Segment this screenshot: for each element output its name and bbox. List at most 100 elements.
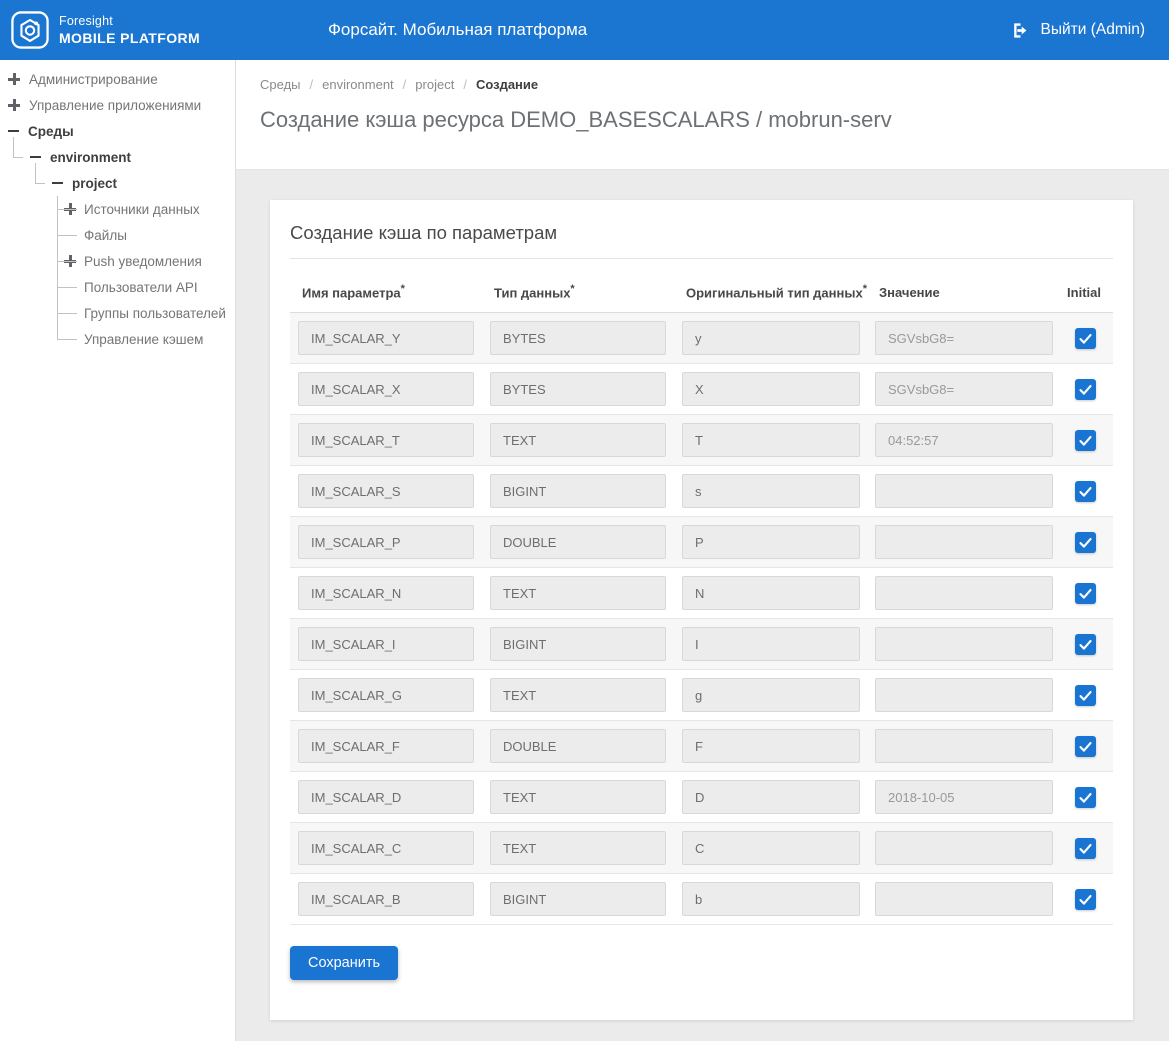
- value-text: SGVsbG8=: [888, 382, 954, 397]
- nav-tree: АдминистрированиеУправление приложениями…: [0, 66, 235, 352]
- expand-plus-icon[interactable]: [8, 73, 20, 85]
- param-name-value: IM_SCALAR_D: [311, 790, 401, 805]
- logo-line2: MOBILE PLATFORM: [59, 30, 200, 46]
- data-type-input: TEXT: [490, 678, 666, 712]
- original-type-value: I: [695, 637, 699, 652]
- initial-checkbox[interactable]: [1075, 787, 1096, 808]
- initial-checkbox[interactable]: [1075, 481, 1096, 502]
- sidebar-item[interactable]: Push уведомления: [0, 248, 235, 274]
- sidebar-item[interactable]: Источники данных: [0, 196, 235, 222]
- sidebar-item[interactable]: Администрирование: [0, 66, 235, 92]
- initial-checkbox[interactable]: [1075, 583, 1096, 604]
- data-type-input: DOUBLE: [490, 729, 666, 763]
- sidebar-item-label: Пользователи API: [84, 280, 198, 295]
- param-name-value: IM_SCALAR_F: [311, 739, 400, 754]
- collapse-minus-icon[interactable]: [52, 182, 63, 185]
- param-name-value: IM_SCALAR_B: [311, 892, 401, 907]
- initial-checkbox[interactable]: [1075, 838, 1096, 859]
- column-header-label: Тип данных: [494, 285, 570, 300]
- sidebar-item-label: Файлы: [84, 228, 127, 243]
- breadcrumb-item[interactable]: environment: [322, 77, 394, 92]
- original-type-value: s: [695, 484, 702, 499]
- param-name-value: IM_SCALAR_G: [311, 688, 402, 703]
- sidebar-item[interactable]: Управление приложениями: [0, 92, 235, 118]
- expand-plus-icon[interactable]: [64, 255, 76, 267]
- save-button[interactable]: Сохранить: [290, 946, 398, 980]
- data-type-value: BYTES: [503, 382, 546, 397]
- initial-checkbox[interactable]: [1075, 328, 1096, 349]
- checkmark-icon: [1078, 688, 1093, 703]
- original-type-value: g: [695, 688, 702, 703]
- param-name-value: IM_SCALAR_P: [311, 535, 401, 550]
- collapse-minus-icon[interactable]: [30, 156, 41, 159]
- logout-button[interactable]: Выйти (Admin): [1011, 0, 1145, 60]
- value-text: SGVsbG8=: [888, 331, 954, 346]
- breadcrumb-item[interactable]: project: [415, 77, 454, 92]
- param-name-value: IM_SCALAR_S: [311, 484, 401, 499]
- value-input: [875, 882, 1053, 916]
- app-title: Форсайт. Мобильная платформа: [328, 0, 587, 60]
- param-name-value: IM_SCALAR_T: [311, 433, 400, 448]
- data-type-input: BIGINT: [490, 882, 666, 916]
- checkmark-icon: [1078, 484, 1093, 499]
- data-type-value: BIGINT: [503, 892, 546, 907]
- data-type-value: BIGINT: [503, 637, 546, 652]
- initial-checkbox[interactable]: [1075, 685, 1096, 706]
- card-title: Создание кэша по параметрам: [290, 214, 1113, 259]
- param-name-input: IM_SCALAR_B: [298, 882, 474, 916]
- logout-icon: [1011, 21, 1030, 40]
- expand-plus-icon[interactable]: [8, 99, 20, 111]
- checkmark-icon: [1078, 637, 1093, 652]
- table-row: IM_SCALAR_B BIGINT b: [290, 874, 1113, 925]
- param-name-input: IM_SCALAR_G: [298, 678, 474, 712]
- data-type-value: BIGINT: [503, 484, 546, 499]
- original-type-value: N: [695, 586, 704, 601]
- param-name-input: IM_SCALAR_N: [298, 576, 474, 610]
- initial-checkbox[interactable]: [1075, 532, 1096, 553]
- table-row: IM_SCALAR_S BIGINT s: [290, 466, 1113, 517]
- foresight-logo-icon: [11, 11, 49, 49]
- sidebar-item[interactable]: Пользователи API: [0, 274, 235, 300]
- initial-checkbox[interactable]: [1075, 379, 1096, 400]
- sidebar-item[interactable]: Среды: [0, 118, 235, 144]
- original-type-input: D: [682, 780, 860, 814]
- column-header-label: Значение: [879, 285, 940, 300]
- param-name-value: IM_SCALAR_N: [311, 586, 401, 601]
- sidebar-item[interactable]: Группы пользователей: [0, 300, 235, 326]
- value-input: 04:52:57: [875, 423, 1053, 457]
- param-name-input: IM_SCALAR_P: [298, 525, 474, 559]
- sidebar-item-label: Группы пользователей: [84, 306, 226, 321]
- sidebar-item[interactable]: Файлы: [0, 222, 235, 248]
- initial-checkbox[interactable]: [1075, 889, 1096, 910]
- data-type-value: DOUBLE: [503, 739, 556, 754]
- sidebar-item-label: Управление кэшем: [84, 332, 203, 347]
- original-type-input: F: [682, 729, 860, 763]
- initial-checkbox[interactable]: [1075, 430, 1096, 451]
- data-type-value: TEXT: [503, 586, 536, 601]
- initial-checkbox[interactable]: [1075, 634, 1096, 655]
- sidebar-item[interactable]: Управление кэшем: [0, 326, 235, 352]
- table-header: Имя параметра*Тип данных*Оригинальный ти…: [290, 259, 1113, 313]
- original-type-input: s: [682, 474, 860, 508]
- sidebar-item-label: Push уведомления: [84, 254, 202, 269]
- initial-checkbox[interactable]: [1075, 736, 1096, 757]
- data-type-input: TEXT: [490, 780, 666, 814]
- data-type-input: DOUBLE: [490, 525, 666, 559]
- expand-plus-icon[interactable]: [64, 203, 76, 215]
- value-text: 2018-10-05: [888, 790, 955, 805]
- breadcrumb-item[interactable]: Среды: [260, 77, 301, 92]
- value-text: 04:52:57: [888, 433, 939, 448]
- data-type-input: TEXT: [490, 423, 666, 457]
- cache-params-card: Создание кэша по параметрам Имя параметр…: [270, 200, 1133, 1020]
- required-asterisk: *: [570, 283, 574, 295]
- original-type-value: y: [695, 331, 702, 346]
- logo-line1: Foresight: [59, 14, 200, 28]
- sidebar-item[interactable]: project: [0, 170, 235, 196]
- original-type-input: P: [682, 525, 860, 559]
- sidebar-item-label: Источники данных: [84, 202, 200, 217]
- app-header: Foresight MOBILE PLATFORM Форсайт. Мобил…: [0, 0, 1169, 60]
- collapse-minus-icon[interactable]: [8, 130, 19, 133]
- original-type-input: y: [682, 321, 860, 355]
- original-type-input: T: [682, 423, 860, 457]
- checkmark-icon: [1078, 586, 1093, 601]
